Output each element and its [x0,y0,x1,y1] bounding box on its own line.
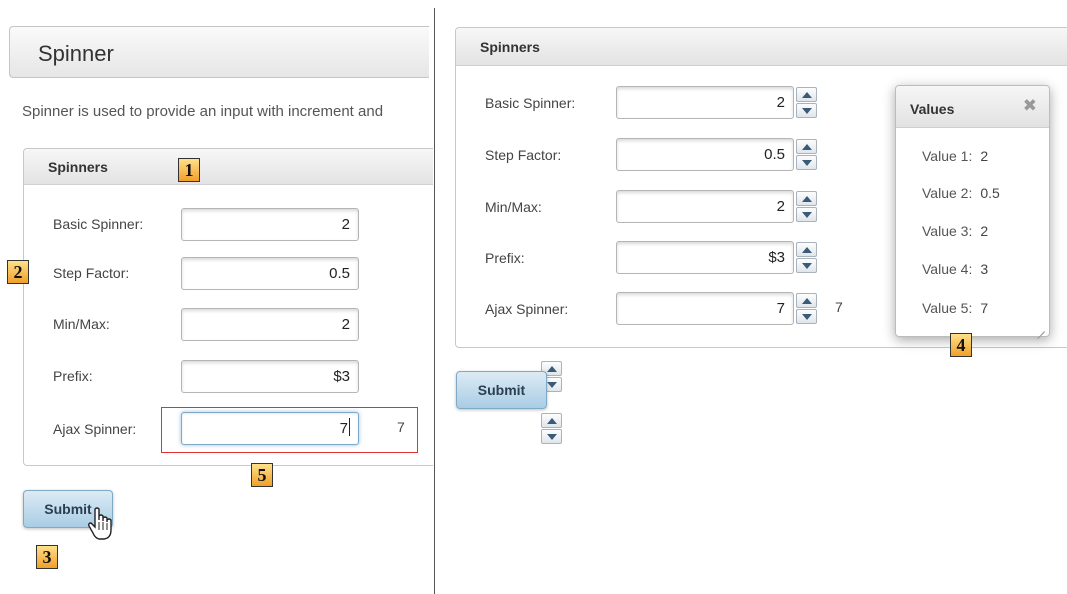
value-row: Value 4: 3 [922,261,988,277]
dialog-titlebar[interactable]: Values ✖ [896,86,1049,128]
value-number: 2 [980,148,989,164]
arrow-down-icon [547,382,557,388]
min-max-input[interactable]: 2 [181,308,359,341]
spinner-up-button[interactable] [796,87,817,102]
value-number: 0.5 [980,185,1000,201]
value-row: Value 2: 0.5 [922,185,1000,201]
arrow-down-icon [802,160,812,166]
spinner-down-button[interactable] [796,155,817,170]
value-label: Value 3: [922,223,973,239]
fieldset-legend[interactable]: Spinners [24,149,433,185]
prefix-input[interactable]: $3 [181,360,359,393]
min-max-label: Min/Max: [53,316,110,332]
dialog-title: Values [910,101,955,117]
value-row: Value 5: 7 [922,300,988,316]
ajax-output: 7 [835,299,843,315]
arrow-up-icon [802,298,812,304]
value-number: 2 [980,223,989,239]
submit-button[interactable]: Submit [456,371,547,409]
spinner-up-button[interactable] [796,191,817,206]
step-factor-label: Step Factor: [53,265,130,281]
basic-spinner-input[interactable]: 2 [181,208,359,241]
intro-text: Spinner is used to provide an input with… [22,103,384,120]
spinner-down-button[interactable] [796,103,817,118]
value-label: Value 5: [922,300,973,316]
arrow-down-icon [802,314,812,320]
spinner-up-button[interactable] [796,293,817,308]
legend-label: Spinners [48,159,108,175]
min-max-input[interactable]: 2 [616,190,794,223]
annotation-marker: 4 [950,333,972,357]
spinner-up-button[interactable] [541,413,562,428]
annotation-marker: 5 [251,463,273,487]
step-factor-input[interactable]: 0.5 [181,257,359,290]
annotation-marker: 3 [36,545,58,569]
divider [434,8,435,594]
arrow-up-icon [802,144,812,150]
highlight-box [161,407,418,453]
resize-handle-icon[interactable] [1035,322,1045,332]
spinner-up-button[interactable] [796,242,817,257]
ajax-spinner-label: Ajax Spinner: [53,421,137,437]
spinner-down-button[interactable] [796,258,817,273]
ajax-spinner-input[interactable]: 7 [616,292,794,325]
arrow-down-icon [547,434,557,440]
basic-spinner-label: Basic Spinner: [485,95,576,111]
spinner-up-button[interactable] [796,139,817,154]
basic-spinner-label: Basic Spinner: [53,216,144,232]
hand-cursor-icon [88,507,112,540]
arrow-down-icon [802,108,812,114]
arrow-up-icon [547,366,557,372]
value-label: Value 1: [922,148,973,164]
close-icon[interactable]: ✖ [1023,96,1037,116]
step-factor-label: Step Factor: [485,147,562,163]
value-label: Value 4: [922,261,973,277]
basic-spinner-input[interactable]: 2 [616,86,794,119]
value-label: Value 2: [922,185,973,201]
page-title: Spinner [38,41,114,66]
prefix-label: Prefix: [53,368,93,384]
arrow-up-icon [547,418,557,424]
spinner-down-button[interactable] [541,429,562,444]
fieldset-legend[interactable]: Spinners [456,28,1067,66]
value-row: Value 1: 2 [922,148,988,164]
prefix-label: Prefix: [485,250,525,266]
value-number: 3 [980,261,989,277]
arrow-up-icon [802,247,812,253]
ajax-spinner-label: Ajax Spinner: [485,301,569,317]
arrow-down-icon [802,212,812,218]
page-header: Spinner [9,26,429,78]
value-number: 7 [980,300,989,316]
spinner-down-button[interactable] [796,309,817,324]
legend-label: Spinners [480,39,540,55]
arrow-up-icon [802,196,812,202]
min-max-label: Min/Max: [485,199,542,215]
arrow-up-icon [802,92,812,98]
step-factor-input[interactable]: 0.5 [616,138,794,171]
spinner-down-button[interactable] [796,207,817,222]
values-dialog: Values ✖ Value 1: 2 Value 2: 0.5 Value 3: 2… [895,85,1050,337]
arrow-down-icon [802,263,812,269]
value-row: Value 3: 2 [922,223,988,239]
annotation-marker: 1 [178,158,200,182]
annotation-marker: 2 [7,260,29,284]
prefix-input[interactable]: $3 [616,241,794,274]
